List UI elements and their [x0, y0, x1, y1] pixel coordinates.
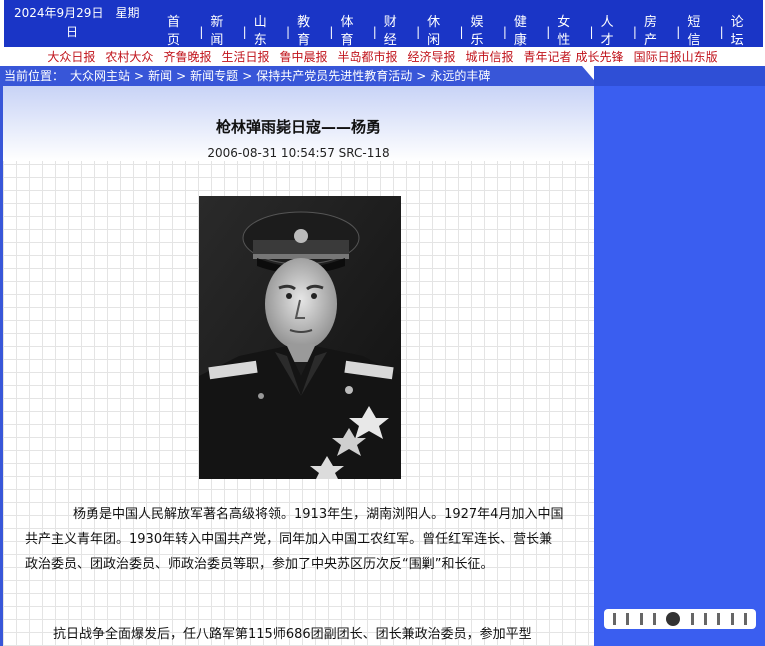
- breadcrumb: 当前位置： 大众网主站 > 新闻 > 新闻专题 > 保持共产党员先进性教育活动 …: [0, 66, 594, 86]
- article-meta: 2006-08-31 10:54:57 SRC-118: [207, 146, 390, 160]
- sidebar-scroll-widget[interactable]: [604, 609, 756, 629]
- breadcrumb-item[interactable]: 大众网主站: [64, 66, 130, 86]
- portrait-illustration: [199, 196, 401, 479]
- article-paragraph-text: 抗日战争全面爆发后，任八路军第115师686团副团长、团长兼政治委员，参加平型: [53, 627, 532, 642]
- scroll-knob-icon[interactable]: [666, 612, 681, 626]
- bar-glyph: [703, 613, 707, 625]
- breadcrumb-item[interactable]: 新闻: [148, 66, 172, 86]
- bar-glyph: [717, 613, 721, 625]
- nav-news[interactable]: 新闻: [203, 14, 242, 50]
- partner-link[interactable]: 经济导报: [403, 48, 461, 65]
- partner-link[interactable]: 国际日报山东版: [629, 48, 723, 65]
- nav-home[interactable]: 首页: [160, 14, 199, 50]
- partner-link[interactable]: 农村大众: [100, 48, 158, 65]
- nav-finance[interactable]: 财经: [377, 14, 416, 50]
- bar-glyph: [730, 613, 734, 625]
- partner-links: 大众日报 农村大众 齐鲁晚报 生活日报 鲁中晨报 半岛都市报 经济导报 城市信报…: [0, 47, 765, 65]
- date-line-1: 2024年9月29日 星期: [14, 6, 140, 20]
- breadcrumb-separator: >: [176, 69, 187, 83]
- date-display: 2024年9月29日 星期 日: [14, 4, 154, 42]
- bar-glyph: [653, 613, 657, 625]
- bar-glyph: [639, 613, 643, 625]
- bar-glyph: [626, 613, 630, 625]
- article-paragraph: 抗日战争全面爆发后，任八路军第115师686团副团长、团长兼政治委员，参加平型: [25, 622, 565, 646]
- nav-shandong[interactable]: 山东: [247, 14, 286, 50]
- nav-sms[interactable]: 短信: [680, 14, 719, 50]
- breadcrumb-separator: >: [242, 69, 253, 83]
- partner-link[interactable]: 成长先锋: [574, 48, 629, 65]
- partner-link[interactable]: 城市信报: [461, 48, 519, 65]
- partner-link[interactable]: 齐鲁晚报: [158, 48, 216, 65]
- portrait-photo: [199, 196, 401, 479]
- nav-property[interactable]: 房产: [637, 14, 676, 50]
- article-paragraph: 杨勇是中国人民解放军著名高级将领。1913年生，湖南浏阳人。1927年4月加入中…: [25, 502, 565, 577]
- partner-link[interactable]: 大众日报: [42, 48, 100, 65]
- bar-glyph: [690, 613, 694, 625]
- partner-link[interactable]: 半岛都市报: [332, 48, 402, 65]
- article-paragraph-text: 杨勇是中国人民解放军著名高级将领。1913年生，湖南浏阳人。1927年4月加入中…: [25, 507, 564, 572]
- bar-glyph: [613, 613, 617, 625]
- top-nav-bar: 2024年9月29日 星期 日 首页 | 新闻 | 山东 | 教育 | 体育 | 财经 | …: [4, 0, 763, 50]
- nav-education[interactable]: 教育: [290, 14, 329, 50]
- partner-link[interactable]: 生活日报: [216, 48, 274, 65]
- article-content: 枪林弹雨毙日寇——杨勇 2006-08-31 10:54:57 SRC-118: [0, 86, 594, 646]
- article-header: 枪林弹雨毙日寇——杨勇 2006-08-31 10:54:57 SRC-118: [3, 86, 594, 161]
- breadcrumb-item[interactable]: 新闻专题: [190, 66, 238, 86]
- nav-sports[interactable]: 体育: [333, 14, 372, 50]
- breadcrumb-separator: >: [416, 69, 427, 83]
- date-line-2: 日: [66, 25, 79, 39]
- breadcrumb-item[interactable]: 永远的丰碑: [430, 66, 490, 86]
- partner-link[interactable]: 鲁中晨报: [274, 48, 332, 65]
- main-nav: 首页 | 新闻 | 山东 | 教育 | 体育 | 财经 | 休闲 | 娱乐 | 健康 | 女性 | …: [160, 14, 763, 50]
- right-sidebar: [594, 66, 765, 646]
- partner-link[interactable]: 青年记者: [519, 48, 574, 65]
- nav-leisure[interactable]: 休闲: [420, 14, 459, 50]
- sidebar-header: [594, 66, 765, 86]
- breadcrumb-item[interactable]: 保持共产党员先进性教育活动: [256, 66, 412, 86]
- nav-jobs[interactable]: 人才: [594, 14, 633, 50]
- breadcrumb-separator: >: [134, 69, 145, 83]
- nav-forum[interactable]: 论坛: [724, 14, 763, 50]
- nav-entertainment[interactable]: 娱乐: [464, 14, 503, 50]
- bar-glyph: [743, 613, 747, 625]
- article-title: 枪林弹雨毙日寇——杨勇: [215, 118, 381, 136]
- nav-health[interactable]: 健康: [507, 14, 546, 50]
- nav-women[interactable]: 女性: [550, 14, 589, 50]
- breadcrumb-prefix: 当前位置：: [4, 69, 65, 83]
